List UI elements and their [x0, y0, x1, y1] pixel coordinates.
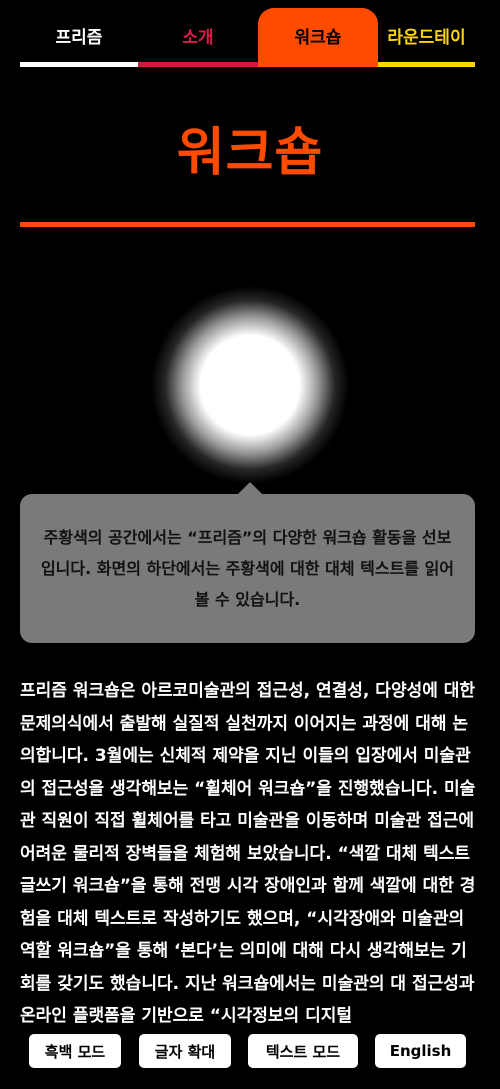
- tab-roundtable-label: 라운드테이: [387, 27, 466, 48]
- tab-workshop-underline: [258, 62, 378, 67]
- glowing-orb-image: [150, 285, 350, 485]
- tab-prism-label: 프리즘: [55, 27, 103, 48]
- text-mode-button[interactable]: 텍스트 모드: [248, 1034, 358, 1068]
- tab-prism[interactable]: 프리즘: [20, 8, 138, 67]
- tab-intro-label: 소개: [182, 27, 214, 48]
- tab-roundtable[interactable]: 라운드테이: [378, 8, 475, 67]
- tab-prism-underline: [20, 62, 138, 67]
- mono-mode-button[interactable]: 흑백 모드: [29, 1034, 121, 1068]
- tooltip-text: 주황색의 공간에서는 “프리즘”의 다양한 워크숍 활동을 선보입니다. 화면의…: [40, 528, 455, 609]
- english-button[interactable]: English: [375, 1034, 466, 1068]
- page-title: 워크숍: [176, 123, 324, 183]
- accessibility-toolbar: 흑백 모드 글자 확대 텍스트 모드 English: [0, 1034, 500, 1068]
- tab-intro[interactable]: 소개: [138, 8, 258, 67]
- body-paragraph: 프리즘 워크숍은 아르코미술관의 접근성, 연결성, 다양성에 대한 문제의식에…: [20, 681, 476, 1026]
- tab-workshop-label: 워크숍: [294, 27, 342, 48]
- info-tooltip: 주황색의 공간에서는 “프리즘”의 다양한 워크숍 활동을 선보입니다. 화면의…: [20, 494, 475, 643]
- text-zoom-button[interactable]: 글자 확대: [139, 1034, 231, 1068]
- tab-roundtable-underline: [378, 62, 475, 67]
- tab-workshop[interactable]: 워크숍: [258, 8, 378, 67]
- top-tab-nav: 프리즘 소개 워크숍 라운드테이: [20, 0, 475, 68]
- title-divider: [20, 222, 475, 227]
- tab-intro-underline: [138, 62, 258, 67]
